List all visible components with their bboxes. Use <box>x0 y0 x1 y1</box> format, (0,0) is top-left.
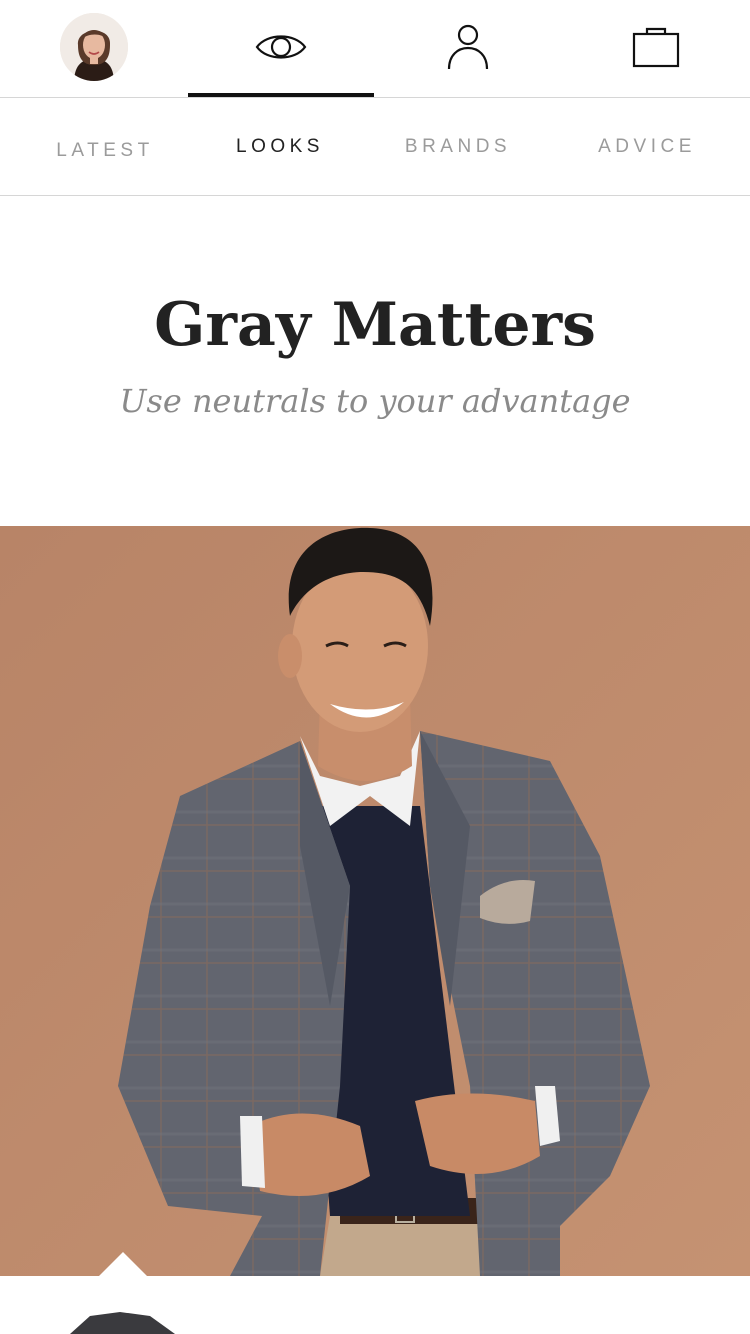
tab-looks[interactable]: LOOKS <box>205 98 355 196</box>
person-icon <box>446 23 490 76</box>
shopping-bag-icon <box>632 26 680 73</box>
tab-advice[interactable]: ADVICE <box>572 98 722 196</box>
tab-latest[interactable]: LATEST <box>30 102 180 200</box>
hero-image[interactable] <box>0 526 750 1276</box>
carousel-pointer <box>98 1252 148 1277</box>
section-tabs: LATEST LOOKS BRANDS ADVICE <box>0 98 750 196</box>
article-subtitle: Use neutrals to your advantage <box>119 382 631 420</box>
top-navigation <box>0 0 750 98</box>
article-title: Gray Matters <box>154 290 596 360</box>
profile-nav-button[interactable] <box>374 0 562 98</box>
avatar[interactable] <box>60 13 128 81</box>
product-strip <box>0 1276 750 1334</box>
jacket-thumbnail[interactable] <box>0 1276 750 1334</box>
tab-brands[interactable]: BRANDS <box>383 98 533 196</box>
eye-icon <box>255 29 307 70</box>
bag-nav-button[interactable] <box>562 0 750 98</box>
looks-nav-button[interactable] <box>188 0 374 98</box>
active-tab-indicator <box>188 93 374 97</box>
